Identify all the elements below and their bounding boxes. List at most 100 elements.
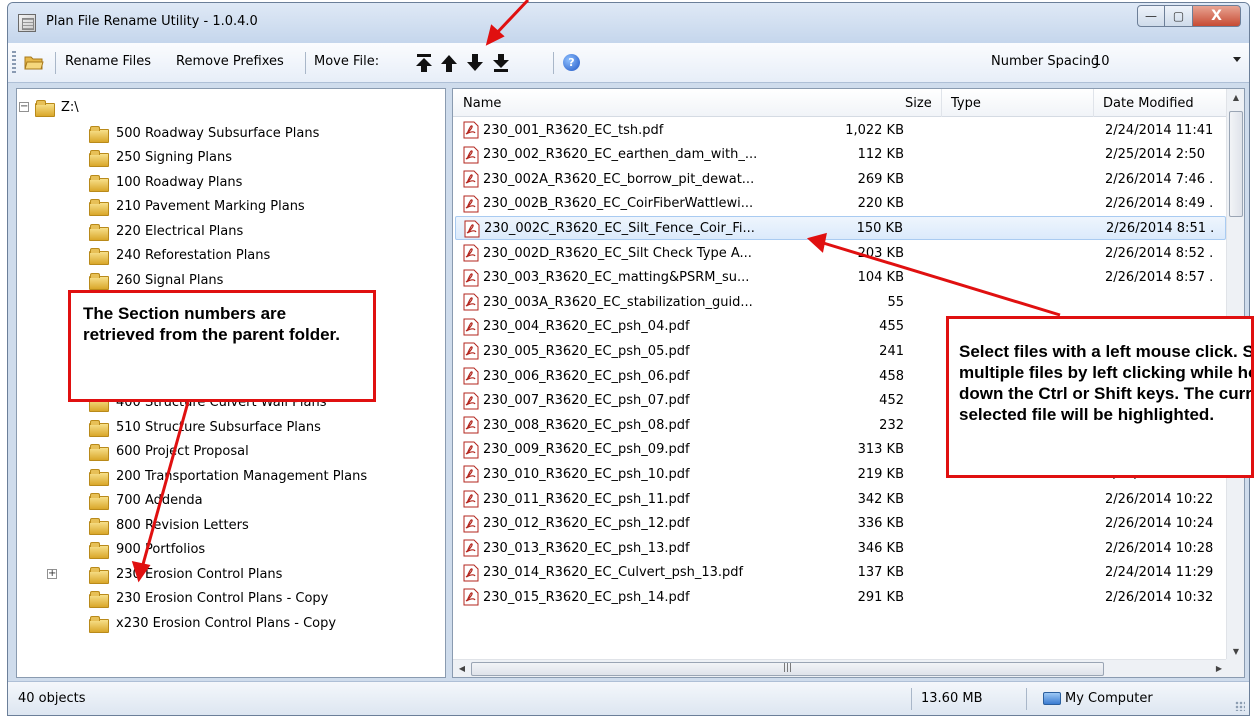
title-bar[interactable]: Plan File Rename Utility - 1.0.4.0 — ▢ X [8, 3, 1249, 43]
tree-item[interactable]: 210 Pavement Marking Plans [89, 196, 305, 218]
file-row[interactable]: 230_015_R3620_EC_psh_14.pdf 291 KB 2/26/20… [455, 585, 1226, 609]
maximize-button[interactable]: ▢ [1165, 5, 1193, 27]
folder-icon [89, 542, 109, 559]
window-title: Plan File Rename Utility - 1.0.4.0 [46, 14, 258, 29]
scroll-up-icon[interactable]: ▲ [1227, 89, 1244, 107]
header-divider[interactable] [1093, 89, 1094, 117]
file-row[interactable]: 230_002B_R3620_EC_CoirFiberWattlewi... 22… [455, 192, 1226, 216]
file-size: 137 KB [857, 565, 904, 581]
column-size-header[interactable]: Size [905, 96, 932, 111]
open-folder-icon[interactable] [24, 54, 44, 70]
collapse-icon[interactable]: − [19, 102, 29, 112]
move-file-label: Move File: [314, 54, 380, 69]
scroll-left-icon[interactable]: ◀ [453, 660, 471, 677]
scroll-thumb[interactable] [1229, 111, 1243, 217]
window-controls: — ▢ X [1137, 5, 1241, 27]
rename-files-button[interactable]: Rename Files [65, 54, 151, 69]
pdf-icon [463, 367, 479, 385]
tree-item[interactable]: 510 Structure Subsurface Plans [89, 416, 321, 438]
file-name: 230_002D_R3620_EC_Silt Check Type A... [483, 245, 752, 261]
file-date: 2/25/2014 2:50 [1105, 147, 1205, 163]
tree-item[interactable]: 240 Reforestation Plans [89, 245, 270, 267]
tree-item[interactable]: 250 Signing Plans [89, 147, 232, 169]
column-name-header[interactable]: Name [463, 96, 501, 111]
pdf-icon [463, 318, 479, 336]
tree-item[interactable]: 800 Revision Letters [89, 514, 249, 536]
pdf-icon [463, 441, 479, 459]
file-row[interactable]: 230_002_R3620_EC_earthen_dam_with_... 112… [455, 143, 1226, 167]
resize-grip-icon[interactable] [1235, 701, 1245, 711]
tree-item[interactable]: x230 Erosion Control Plans - Copy [89, 612, 336, 634]
pdf-icon [463, 170, 479, 188]
scroll-thumb[interactable]: ||| [471, 662, 1104, 676]
file-date: 2/26/2014 8:52 . [1105, 245, 1214, 261]
move-down-icon[interactable] [466, 53, 484, 73]
file-name: 230_002A_R3620_EC_borrow_pit_dewat... [483, 171, 755, 187]
file-row[interactable]: 230_013_R3620_EC_psh_13.pdf 346 KB 2/26/20… [455, 536, 1226, 560]
tree-item-label: 240 Reforestation Plans [116, 248, 271, 263]
tree-item[interactable]: 500 Roadway Subsurface Plans [89, 122, 319, 144]
column-type-header[interactable]: Type [951, 96, 981, 111]
file-row[interactable]: 230_011_R3620_EC_psh_11.pdf 342 KB 2/26/20… [455, 487, 1226, 511]
move-to-bottom-icon[interactable] [492, 53, 510, 73]
file-row[interactable]: 230_002C_R3620_EC_Silt_Fence_Coir_Fi... 1… [455, 216, 1226, 241]
header-divider[interactable] [941, 89, 942, 117]
file-date: 2/24/2014 11:41 [1105, 122, 1214, 138]
move-to-top-icon[interactable] [415, 53, 433, 73]
tree-item-label: 800 Revision Letters [116, 517, 249, 533]
file-size: 104 KB [857, 270, 904, 286]
tree-item[interactable]: 230 Erosion Control Plans [89, 563, 282, 585]
folder-icon [89, 444, 109, 461]
file-row[interactable]: 230_002D_R3620_EC_Silt Check Type A... 20… [455, 241, 1226, 265]
file-size: 219 KB [857, 466, 904, 482]
remove-prefixes-button[interactable]: Remove Prefixes [176, 54, 284, 69]
file-date: 2/26/2014 8:57 . [1105, 270, 1214, 286]
file-date: 2/24/2014 11:29 [1105, 565, 1214, 581]
pdf-icon [463, 465, 479, 483]
tree-item-label: 250 Signing Plans [116, 150, 232, 165]
tree-item-label: 600 Project Proposal [116, 444, 249, 459]
file-size: 458 [879, 368, 904, 384]
close-button[interactable]: X [1193, 5, 1241, 27]
tree-item[interactable]: 700 Addenda [89, 490, 203, 512]
file-date: 2/26/2014 10:28 [1105, 540, 1214, 556]
minimize-button[interactable]: — [1137, 5, 1165, 27]
tree-item[interactable]: 230 Erosion Control Plans - Copy [89, 588, 328, 610]
folder-icon [89, 248, 109, 265]
folder-icon [89, 493, 109, 510]
toolbar-separator [553, 52, 554, 74]
number-spacing-select[interactable]: 10 [1093, 54, 1110, 69]
tree-item-label: 700 Addenda [116, 493, 203, 508]
tree-item[interactable]: 600 Project Proposal [89, 441, 249, 463]
file-row[interactable]: 230_002A_R3620_EC_borrow_pit_dewat... 269… [455, 167, 1226, 191]
folder-icon [89, 223, 109, 241]
expand-icon[interactable]: + [47, 569, 57, 579]
file-size: 1,022 KB [845, 122, 904, 138]
number-spacing-label: Number Spacing [991, 54, 1100, 69]
tree-item[interactable]: 100 Roadway Plans [89, 171, 242, 193]
folder-icon [89, 150, 109, 167]
file-row[interactable]: 230_014_R3620_EC_Culvert_psh_13.pdf 137 K… [455, 561, 1226, 585]
file-row[interactable]: 230_012_R3620_EC_psh_12.pdf 336 KB 2/26/20… [455, 512, 1226, 536]
tree-item-label: 510 Structure Subsurface Plans [116, 419, 321, 435]
horizontal-scrollbar[interactable]: ◀ ||| ▶ [453, 659, 1228, 677]
pdf-icon [463, 146, 479, 164]
file-row[interactable]: 230_001_R3620_EC_tsh.pdf 1,022 KB 2/24/201… [455, 118, 1226, 142]
toolbar-grip-icon[interactable] [12, 51, 16, 75]
pdf-icon [463, 539, 479, 557]
chevron-down-icon[interactable] [1233, 57, 1241, 62]
move-up-icon[interactable] [440, 53, 458, 73]
tree-item[interactable]: 220 Electrical Plans [89, 220, 243, 242]
file-row[interactable]: 230_003_R3620_EC_matting&PSRM_su... 104 K… [455, 266, 1226, 290]
folder-icon [89, 272, 109, 290]
tree-root[interactable]: − Z:\ [19, 97, 79, 117]
file-row[interactable]: 230_003A_R3620_EC_stabilization_guid... 5… [455, 290, 1226, 314]
column-date-header[interactable]: Date Modified [1103, 96, 1194, 111]
help-icon[interactable]: ? [563, 54, 580, 71]
tree-item[interactable]: 900 Portfolios [89, 539, 205, 561]
file-size: 342 KB [857, 491, 904, 507]
tree-item[interactable]: 200 Transportation Management Plans [89, 465, 367, 487]
file-size: 203 KB [857, 245, 904, 261]
tree-item[interactable]: 260 Signal Plans [89, 269, 223, 291]
file-size: 452 [879, 393, 904, 409]
